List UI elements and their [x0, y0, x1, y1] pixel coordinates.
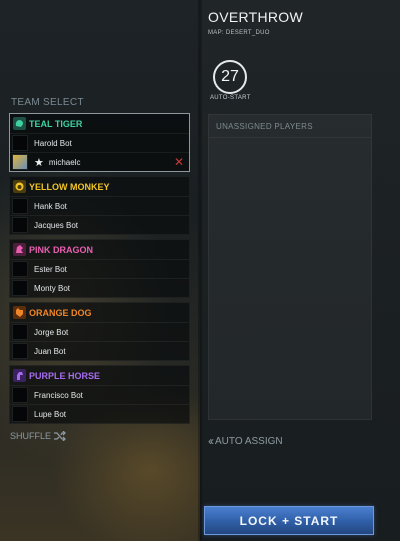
player-name: Hank Bot	[34, 201, 67, 211]
shuffle-icon	[54, 431, 66, 441]
empty-avatar	[12, 324, 28, 340]
empty-avatar	[12, 217, 28, 233]
player-slot[interactable]: Ester Bot	[10, 259, 189, 278]
tiger-icon	[13, 117, 26, 130]
team-name: PINK DRAGON	[29, 244, 94, 255]
player-name: Jorge Bot	[34, 327, 69, 337]
panel-divider	[198, 0, 202, 541]
double-chevron-left-icon: ‹‹	[208, 434, 214, 448]
player-name: Juan Bot	[34, 346, 66, 356]
autostart-label: AUTO-START	[210, 95, 251, 101]
player-slot[interactable]: Harold Bot	[10, 133, 189, 152]
player-name: michaelc	[48, 157, 81, 167]
team-name: PURPLE HORSE	[29, 370, 101, 381]
close-icon[interactable]: ✕	[174, 155, 184, 169]
player-name: Jacques Bot	[34, 220, 79, 230]
player-slot[interactable]: Jorge Bot	[10, 322, 189, 341]
empty-avatar	[12, 406, 28, 422]
auto-assign-label: AUTO ASSIGN	[215, 435, 283, 447]
player-slot[interactable]: Juan Bot	[10, 341, 189, 360]
player-name: Francisco Bot	[34, 390, 83, 400]
team-header[interactable]: PURPLE HORSE	[10, 366, 189, 385]
team-name: ORANGE DOG	[29, 307, 92, 318]
user-avatar	[12, 154, 28, 170]
empty-avatar	[12, 280, 28, 296]
player-slot[interactable]: Jacques Bot	[10, 215, 189, 234]
horse-icon	[13, 369, 26, 382]
countdown-timer: 27	[213, 60, 247, 94]
empty-avatar	[12, 261, 28, 277]
player-slot[interactable]: Francisco Bot	[10, 385, 189, 404]
empty-avatar	[12, 198, 28, 214]
player-name: Lupe Bot	[34, 409, 67, 419]
team-header[interactable]: ORANGE DOG	[10, 303, 189, 322]
player-slot[interactable]: Monty Bot	[10, 278, 189, 297]
team-name: TEAL TIGER	[29, 118, 83, 129]
shuffle-label: SHUFFLE	[10, 431, 52, 441]
shuffle-button[interactable]: SHUFFLE	[10, 431, 66, 441]
empty-avatar	[12, 135, 28, 151]
player-name: Harold Bot	[34, 138, 72, 148]
auto-assign-button[interactable]: ‹‹ AUTO ASSIGN	[208, 434, 283, 448]
dragon-icon	[13, 243, 26, 256]
team-header[interactable]: PINK DRAGON	[10, 240, 189, 259]
team-select-label: TEAM SELECT	[11, 97, 84, 108]
team-orange-dog[interactable]: ORANGE DOG Jorge Bot Juan Bot	[9, 302, 190, 361]
dog-icon	[13, 306, 26, 319]
empty-avatar	[12, 387, 28, 403]
team-header[interactable]: TEAL TIGER	[10, 114, 189, 133]
player-slot[interactable]: ★ michaelc ✕	[10, 152, 189, 171]
unassigned-players-header: UNASSIGNED PLAYERS	[209, 115, 371, 138]
team-yellow-monkey[interactable]: YELLOW MONKEY Hank Bot Jacques Bot	[9, 176, 190, 235]
empty-avatar	[12, 343, 28, 359]
team-purple-horse[interactable]: PURPLE HORSE Francisco Bot Lupe Bot	[9, 365, 190, 424]
unassigned-players-panel[interactable]: UNASSIGNED PLAYERS	[208, 114, 372, 420]
team-teal-tiger[interactable]: TEAL TIGER Harold Bot ★ michaelc ✕	[9, 113, 190, 172]
team-header[interactable]: YELLOW MONKEY	[10, 177, 189, 196]
player-slot[interactable]: Lupe Bot	[10, 404, 189, 423]
player-slot[interactable]: Hank Bot	[10, 196, 189, 215]
game-mode-title: OVERTHROW	[208, 9, 303, 25]
lock-start-button[interactable]: LOCK + START	[204, 506, 374, 535]
player-name: Monty Bot	[34, 283, 71, 293]
star-icon: ★	[34, 156, 44, 169]
team-name: YELLOW MONKEY	[29, 181, 110, 192]
map-label: MAP: DESERT_DUO	[208, 30, 270, 36]
monkey-icon	[13, 180, 26, 193]
team-pink-dragon[interactable]: PINK DRAGON Ester Bot Monty Bot	[9, 239, 190, 298]
countdown-value: 27	[221, 68, 239, 85]
player-name: Ester Bot	[34, 264, 67, 274]
